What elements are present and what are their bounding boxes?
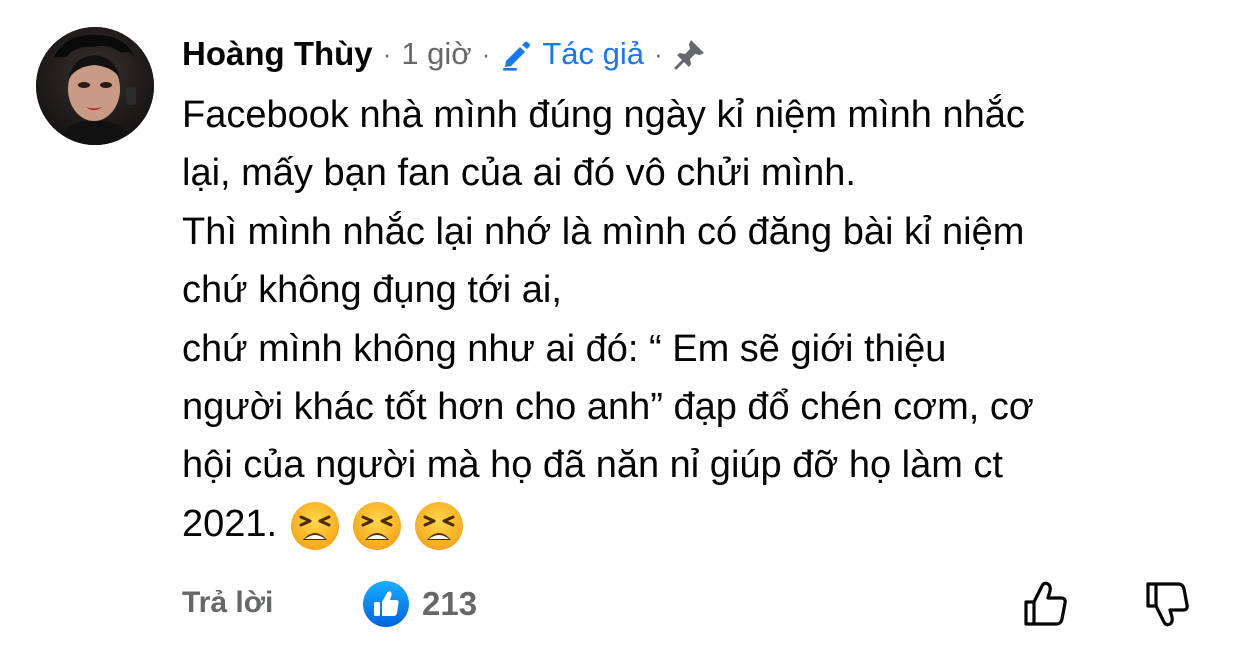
comment-header: Hoàng Thùy · 1 giờ · Tác giả · [182, 30, 707, 78]
comment-line: người khác tốt hơn cho anh” đạp đổ chén … [182, 386, 1034, 429]
comment-line: lại, mấy bạn fan của ai đó vô chửi mình. [182, 152, 856, 195]
reaction-summary[interactable]: 213 [362, 580, 477, 628]
comment-body: Facebook nhà mình đúng ngày kỉ niệm mình… [182, 86, 1222, 553]
separator-dot: · [382, 38, 392, 69]
author-name[interactable]: Hoàng Thùy [182, 35, 373, 73]
avatar[interactable] [36, 27, 154, 145]
timestamp[interactable]: 1 giờ [401, 36, 471, 72]
emoji-row [289, 500, 475, 552]
thumbs-down-outline-icon[interactable] [1142, 578, 1194, 630]
like-count: 213 [422, 585, 478, 622]
reply-button[interactable]: Trả lời [182, 586, 273, 620]
comment-line: Thì mình nhắc lại nhớ là mình có đăng bà… [182, 210, 1025, 253]
tired-face-emoji [291, 501, 340, 550]
tired-face-emoji [353, 501, 402, 550]
tired-face-emoji [415, 501, 464, 550]
comment-line: Facebook nhà mình đúng ngày kỉ niệm mình… [182, 94, 1025, 136]
comment-line: chứ mình không như ai đó: “ Em sẽ giới t… [182, 327, 947, 370]
separator-dot: · [653, 38, 663, 69]
author-badge: Tác giả [500, 36, 644, 72]
like-reaction-icon [363, 581, 409, 627]
pencil-icon [500, 37, 534, 71]
separator-dot: · [481, 38, 491, 69]
comment-line: 2021. [182, 502, 278, 545]
pin-icon [673, 37, 707, 71]
comment-line: hội của người mà họ đã năn nỉ giúp đỡ họ… [182, 444, 1003, 487]
thumbs-up-outline-icon[interactable] [1020, 578, 1072, 630]
author-badge-label: Tác giả [542, 36, 644, 71]
comment-line: chứ không đụng tới ai, [182, 269, 562, 312]
comment-last-line: 2021. [182, 495, 1222, 553]
comment-footer: Trả lời 213 [182, 578, 1192, 630]
